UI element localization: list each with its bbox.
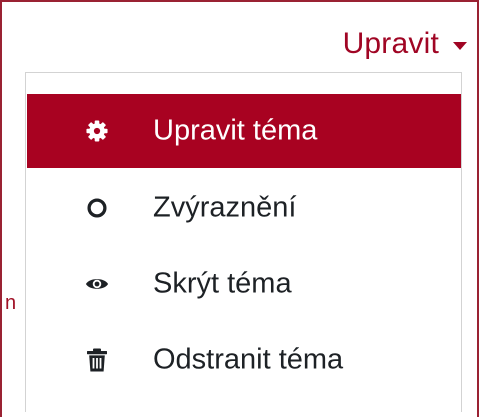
- menu-item-edit-topic[interactable]: Upravit téma: [27, 94, 461, 168]
- menu-item-label: Odstranit téma: [153, 343, 344, 376]
- caret-down-icon: [453, 42, 467, 50]
- menu-item-label: Zvýraznění: [153, 191, 297, 224]
- trash-icon: [85, 348, 109, 372]
- menu-item-highlight[interactable]: Zvýraznění: [27, 171, 461, 245]
- gear-icon: [85, 119, 109, 143]
- background-text-fragment: n: [5, 292, 17, 314]
- menu-item-label: Skrýt téma: [153, 267, 292, 300]
- circle-outline-icon: [85, 196, 109, 220]
- eye-icon: [85, 272, 109, 296]
- menu-item-hide-topic[interactable]: Skrýt téma: [27, 247, 461, 321]
- menu-item-delete-topic[interactable]: Odstranit téma: [27, 323, 461, 397]
- edit-menu-toggle-label: Upravit: [342, 27, 439, 60]
- edit-menu-toggle[interactable]: Upravit: [343, 24, 467, 64]
- menu-item-label: Upravit téma: [153, 114, 318, 147]
- dropdown-menu: Upravit téma Zvýraznění Skrýt téma Odstr…: [25, 72, 462, 412]
